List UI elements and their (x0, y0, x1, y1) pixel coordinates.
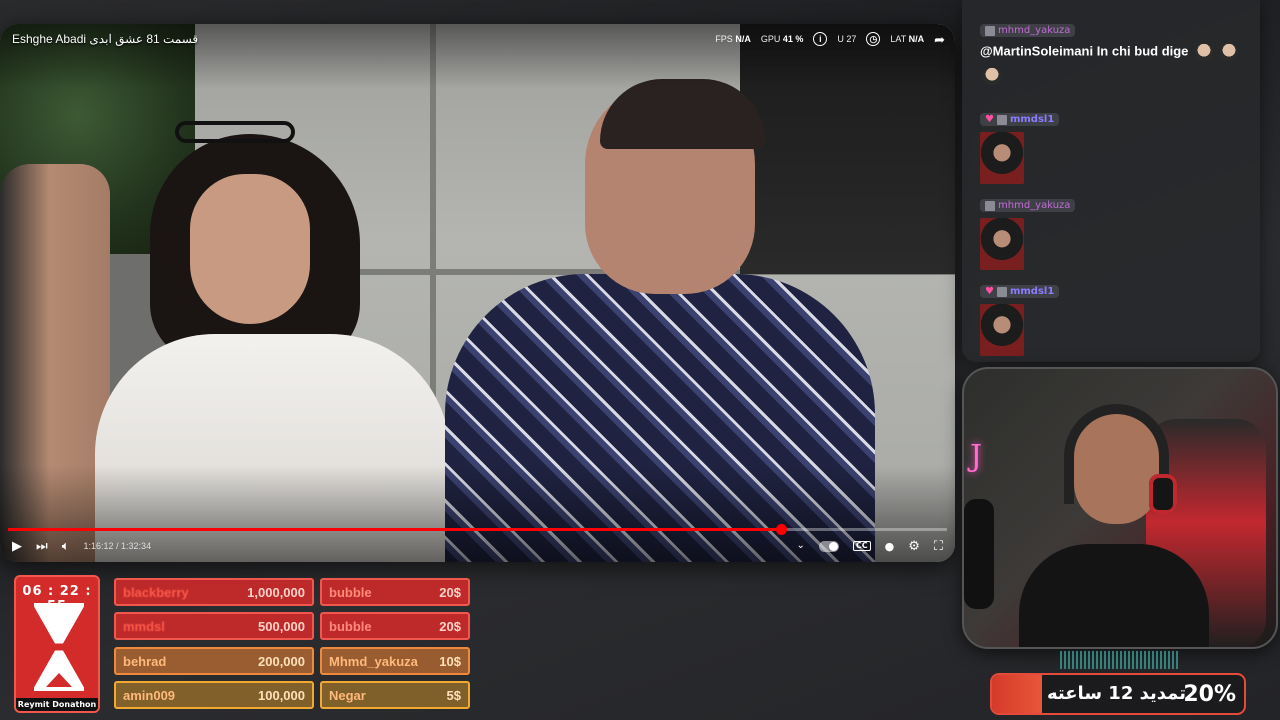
donation-amount: 10$ (439, 653, 461, 669)
audio-visualizer (1060, 651, 1178, 669)
emote-icon (1195, 43, 1214, 61)
chat-user-row: ♥ mmdsl1 (980, 285, 1060, 298)
donation-entry: bubble 20$ (320, 612, 470, 640)
donation-amount: 100,000 (258, 687, 305, 703)
next-icon[interactable]: ⏭ (36, 540, 48, 553)
donation-entry: behrad 200,000 (114, 647, 314, 675)
donathon-timer: 06 : 22 : 55 Reymit Donathon (14, 575, 100, 713)
autoplay-toggle[interactable] (818, 540, 839, 552)
donation-entry: Mhmd_yakuza 10$ (320, 647, 470, 675)
donor-name: bubble (329, 618, 372, 634)
chat-username[interactable]: mhmd_yakuza (998, 25, 1070, 36)
donor-name: Mhmd_yakuza (329, 653, 418, 669)
microphone (964, 499, 994, 609)
donor-name: mmdsl (123, 618, 165, 634)
clock-icon[interactable]: ◷ (866, 32, 881, 46)
latency-stat: LAT N/A (890, 34, 925, 44)
donation-amount: 20$ (439, 584, 461, 600)
progress-bar[interactable] (8, 524, 947, 535)
video-frame (0, 24, 955, 562)
chat-message: ♥ mmdsl1 (980, 285, 1060, 356)
extension-fill (992, 675, 1043, 713)
donor-name: amin009 (123, 687, 176, 703)
donation-amount: 500,000 (258, 618, 305, 634)
volume-icon[interactable]: 🔈︎ (62, 540, 70, 553)
chat-user-row: ♥ mmdsl1 (980, 113, 1060, 126)
donor-name: bubble (329, 584, 372, 600)
chat-message: mhmd_yakuza (980, 199, 1076, 270)
donation-amount: 200,000 (258, 653, 305, 669)
extension-label: تمدید 12 ساعته (1047, 683, 1187, 704)
player-controls: ▶ ⏭ 🔈︎ 1:16:12 / 1:32:34 ⌄ CC ● ⚙ ⛶ (0, 534, 955, 558)
donation-amount: 5$ (446, 687, 461, 703)
video-player[interactable]: Eshghe Abadi قسمت 81 عشق ابدی FPS N/A GP… (0, 24, 955, 562)
user-badge-icon (996, 114, 1007, 125)
cc-button[interactable]: CC (852, 541, 871, 551)
chat-image[interactable] (980, 218, 1024, 270)
time-display: 1:16:12 / 1:32:34 (83, 541, 152, 551)
video-title: Eshghe Abadi قسمت 81 عشق ابدی (12, 32, 199, 46)
timer-caption: Reymit Donathon (16, 698, 98, 711)
donation-entry: bubble 20$ (320, 578, 470, 606)
share-icon[interactable]: ➦ (934, 33, 945, 46)
chevron-down-icon[interactable]: ⌄ (796, 541, 804, 551)
mic-icon[interactable]: ● (885, 541, 895, 552)
user-badge-icon (996, 286, 1007, 297)
chat-username[interactable]: mmdsl1 (1010, 114, 1054, 125)
chat-message-text: @MartinSoleimani In chi bud dige (980, 43, 1238, 61)
donation-entry: amin009 100,000 (114, 681, 314, 709)
donor-name: blackberry (123, 584, 189, 600)
play-icon[interactable]: ▶ (12, 540, 22, 553)
heart-icon: ♥ (985, 286, 994, 297)
donation-entry: mmdsl 500,000 (114, 612, 314, 640)
chat-user-row: mhmd_yakuza (980, 199, 1076, 212)
donor-name: Negar (329, 687, 366, 703)
hourglass-icon (34, 603, 84, 691)
gear-icon[interactable]: ⚙ (908, 540, 920, 553)
fps-stat: FPS N/A (715, 34, 751, 44)
extension-percent: 20% (1183, 681, 1236, 707)
neon-sign: J (970, 439, 983, 474)
donation-amount: 1,000,000 (247, 584, 305, 600)
heart-icon: ♥ (985, 114, 994, 125)
gpu-stat: GPU 41 % (760, 34, 804, 44)
performance-stats: FPS N/A GPU 41 % i U 27 ◷ LAT N/A ➦ (715, 32, 945, 46)
progress-fill (8, 528, 781, 531)
donation-amount: 20$ (439, 618, 461, 634)
chat-image[interactable] (980, 304, 1024, 356)
user-badge-icon (985, 25, 995, 36)
donation-entry: Negar 5$ (320, 681, 470, 709)
donor-name: behrad (123, 653, 167, 669)
chat-username[interactable]: mhmd_yakuza (998, 200, 1070, 211)
extension-progress: تمدید 12 ساعته 20% (990, 673, 1246, 715)
emote-icon (1219, 43, 1238, 61)
donation-entry: blackberry 1,000,000 (114, 578, 314, 606)
chat-image[interactable] (980, 132, 1024, 184)
chat-panel: mhmd_yakuza @MartinSoleimani In chi bud … (962, 0, 1260, 362)
chat-message: ♥ mmdsl1 (980, 113, 1060, 184)
cpu-stat: U 27 (837, 34, 857, 44)
webcam-feed: J (962, 367, 1278, 649)
user-badge-icon (985, 200, 995, 211)
info-icon[interactable]: i (813, 32, 828, 46)
emote-icon (983, 66, 1001, 85)
streamer (1019, 404, 1209, 647)
chat-message: mhmd_yakuza @MartinSoleimani In chi bud … (980, 24, 1238, 85)
chat-user-row: mhmd_yakuza (980, 24, 1076, 37)
fullscreen-icon[interactable]: ⛶ (934, 540, 943, 553)
chat-username[interactable]: mmdsl1 (1010, 286, 1054, 297)
